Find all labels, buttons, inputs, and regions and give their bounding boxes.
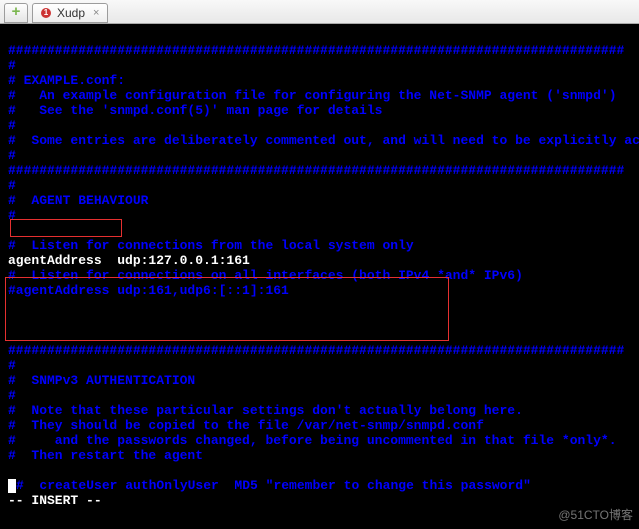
highlight-box-1 xyxy=(10,219,122,237)
tab-xudp[interactable]: 1 Xudp × xyxy=(32,3,108,23)
config-line: ########################################… xyxy=(8,163,624,178)
config-line: # xyxy=(8,208,16,223)
terminal-viewport[interactable]: ########################################… xyxy=(0,24,639,529)
config-line: # Some entries are deliberately commente… xyxy=(8,133,639,148)
config-line: # They should be copied to the file /var… xyxy=(8,418,484,433)
cursor xyxy=(8,479,16,493)
config-line: # xyxy=(8,358,16,373)
config-line: # See the 'snmpd.conf(5)' man page for d… xyxy=(8,103,382,118)
plus-icon: + xyxy=(11,4,20,21)
config-line: # AGENT BEHAVIOUR xyxy=(8,193,148,208)
config-line: # xyxy=(8,178,16,193)
config-line: # SNMPv3 AUTHENTICATION xyxy=(8,373,195,388)
config-line: # An example configuration file for conf… xyxy=(8,88,617,103)
config-line: # Listen for connections from the local … xyxy=(8,238,414,253)
config-line: # xyxy=(8,58,16,73)
config-line: # xyxy=(8,388,16,403)
config-line: # Note that these particular settings do… xyxy=(8,403,523,418)
close-icon[interactable]: × xyxy=(93,7,99,19)
new-tab-button[interactable]: + xyxy=(4,3,28,23)
config-line: ########################################… xyxy=(8,43,624,58)
watermark: @51CTO博客 xyxy=(558,508,633,523)
config-line: #agentAddress udp:161,udp6:[::1]:161 xyxy=(8,283,289,298)
tab-indicator-icon: 1 xyxy=(41,8,51,18)
config-line: ########################################… xyxy=(8,343,624,358)
config-line: # createUser authOnlyUser MD5 "remember … xyxy=(16,478,531,493)
tab-bar: + 1 Xudp × xyxy=(0,0,639,24)
vim-status: -- INSERT -- xyxy=(8,493,102,508)
config-line: # and the passwords changed, before bein… xyxy=(8,433,617,448)
config-line: # xyxy=(8,118,16,133)
config-line: # EXAMPLE.conf: xyxy=(8,73,125,88)
config-line-active: agentAddress udp:127.0.0.1:161 xyxy=(8,253,250,268)
config-line: # Then restart the agent xyxy=(8,448,203,463)
config-line: # xyxy=(8,148,16,163)
tab-title: Xudp xyxy=(57,6,85,20)
config-line: # Listen for connections on all interfac… xyxy=(8,268,523,283)
